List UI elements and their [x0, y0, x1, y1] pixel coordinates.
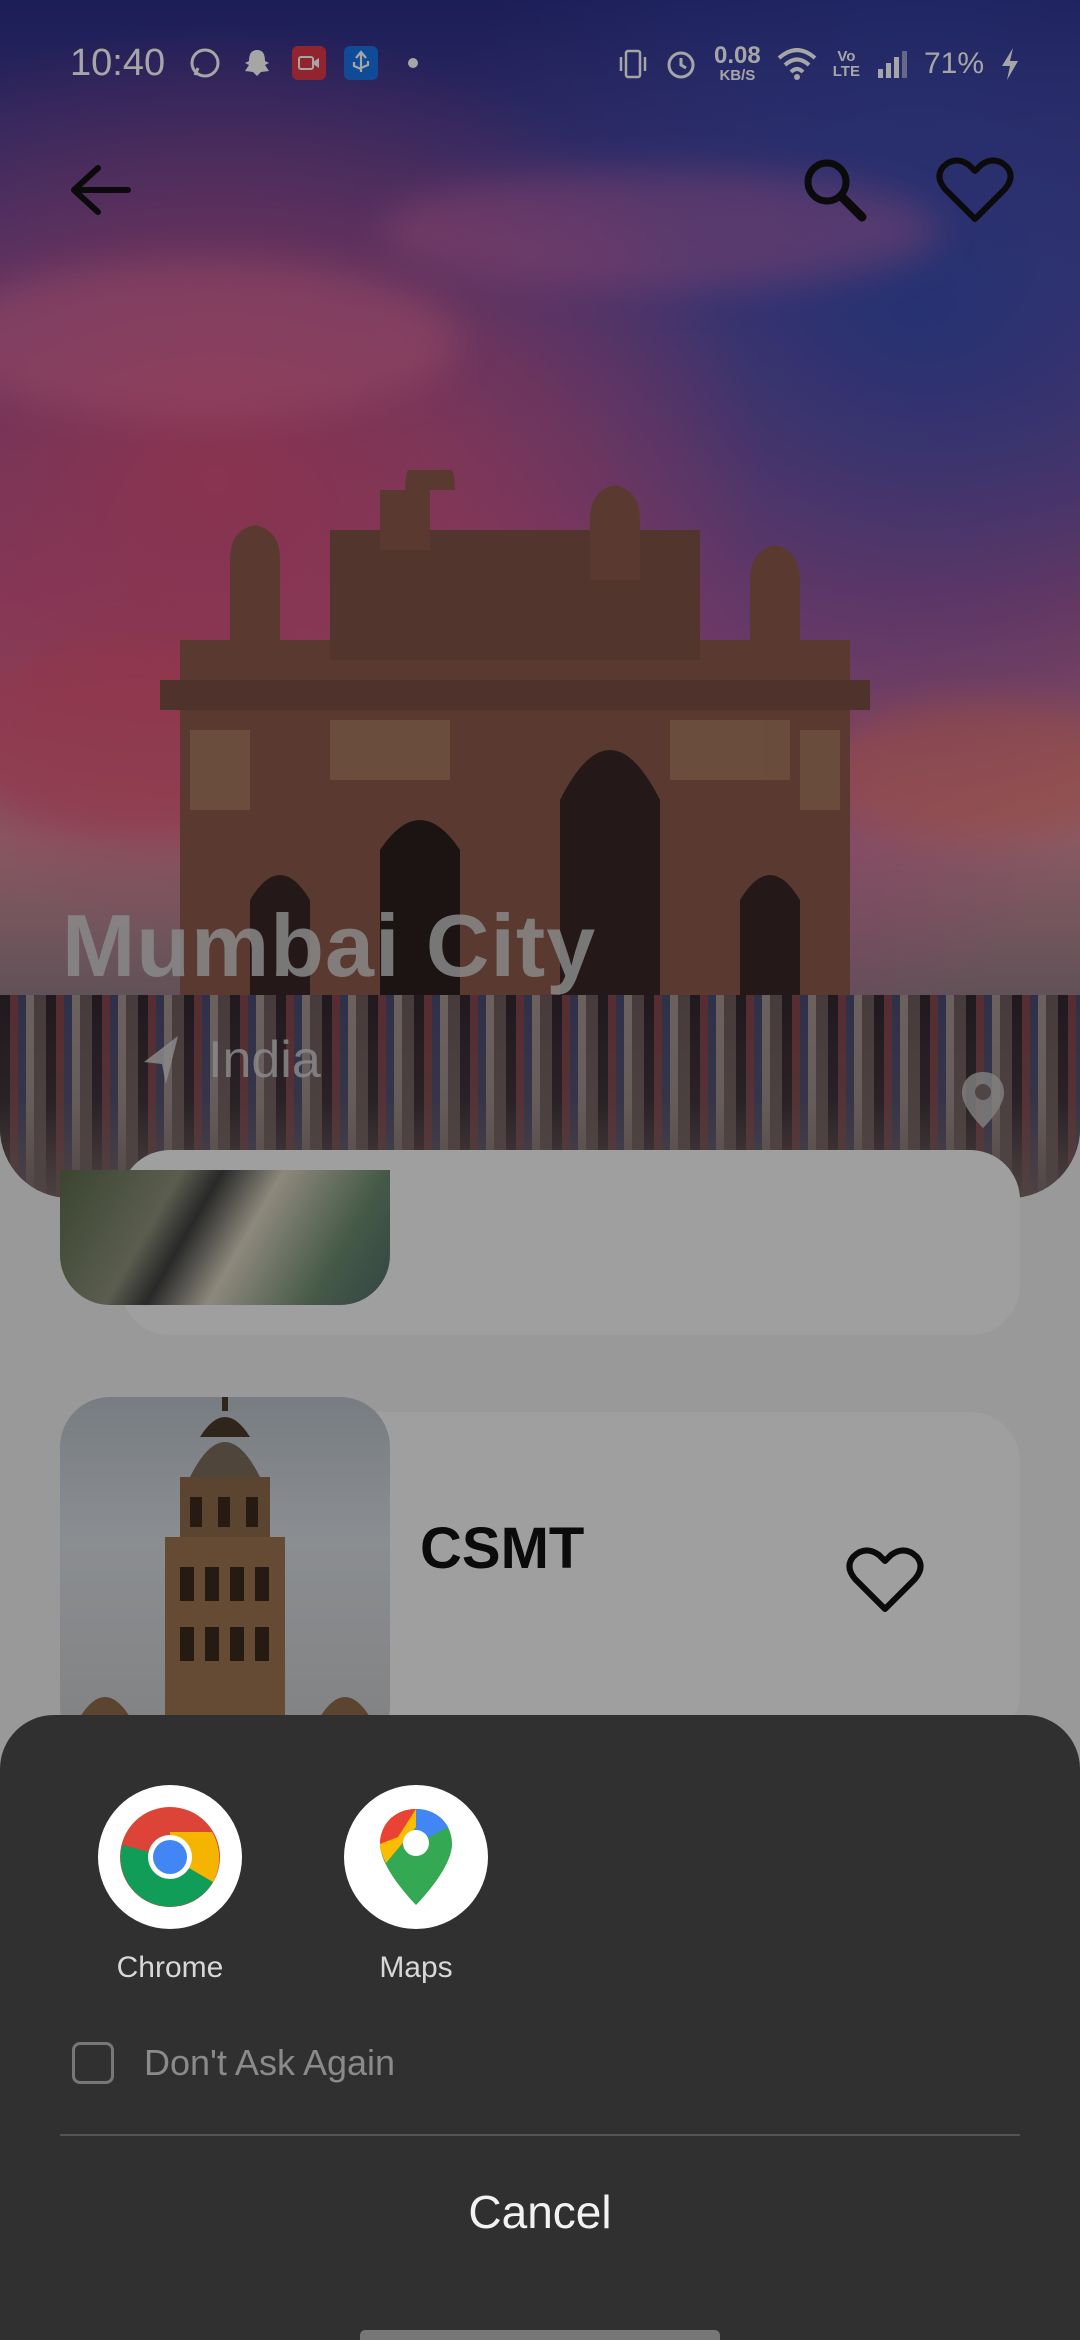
cancel-button[interactable]: Cancel	[0, 2185, 1080, 2239]
app-label-chrome: Chrome	[116, 1951, 224, 1984]
divider	[60, 2134, 1020, 2136]
app-option-chrome[interactable]: Chrome	[70, 1785, 270, 1985]
open-with-sheet: Chrome Maps Don't Ask Again Cancel	[0, 1715, 1080, 2340]
dont-ask-again-label: Don't Ask Again	[144, 2042, 396, 2083]
app-option-maps[interactable]: Maps	[316, 1785, 516, 1985]
home-indicator[interactable]	[360, 2330, 720, 2340]
dont-ask-again-checkbox[interactable]	[72, 2042, 114, 2084]
chrome-icon	[98, 1785, 242, 1929]
dont-ask-again-row[interactable]: Don't Ask Again	[72, 2042, 395, 2084]
google-maps-icon	[344, 1785, 488, 1929]
app-screen: 10:40 0.08 KB/S Vo LTE 71% Mumbai City I…	[0, 0, 1080, 2340]
app-label-maps: Maps	[379, 1951, 453, 1984]
